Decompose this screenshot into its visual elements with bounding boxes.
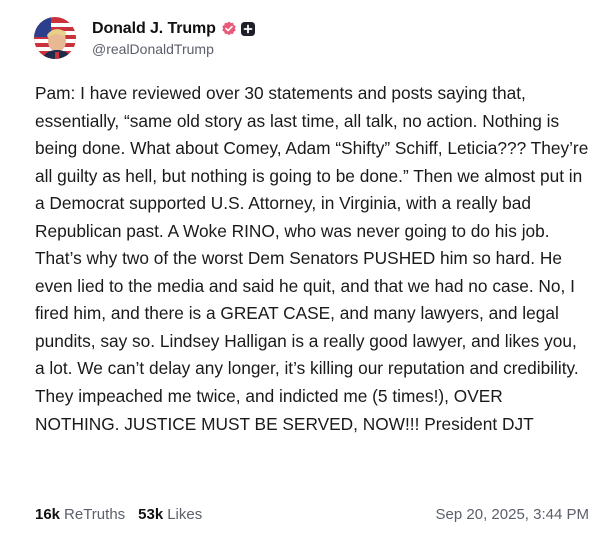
retruths-label: ReTruths: [64, 506, 126, 523]
author-handle[interactable]: @realDonaldTrump: [92, 41, 255, 57]
retruths-stat[interactable]: 16k ReTruths: [35, 506, 125, 523]
post-text: Pam: I have reviewed over 30 statements …: [35, 83, 589, 434]
post-footer: 16k ReTruths 53k Likes Sep 20, 2025, 3:4…: [35, 506, 589, 523]
name-row: Donald J. Trump: [92, 20, 255, 38]
plus-badge-icon: [240, 21, 255, 36]
author-display-name[interactable]: Donald J. Trump: [92, 20, 216, 38]
avatar-image: [34, 17, 76, 59]
likes-count: 53k: [138, 506, 164, 523]
likes-label: Likes: [167, 506, 203, 523]
avatar[interactable]: [34, 17, 76, 59]
author-info: Donald J. Trump @realDonaldTrump: [92, 20, 255, 57]
post-card: Donald J. Trump @realDonaldTrump Pam: I …: [0, 0, 597, 534]
retruths-count: 16k: [35, 506, 61, 523]
verified-badge-icon: [221, 21, 237, 37]
post-timestamp[interactable]: Sep 20, 2025, 3:44 PM: [436, 506, 589, 523]
post-header: Donald J. Trump @realDonaldTrump: [34, 16, 255, 60]
likes-stat[interactable]: 53k Likes: [138, 506, 202, 523]
